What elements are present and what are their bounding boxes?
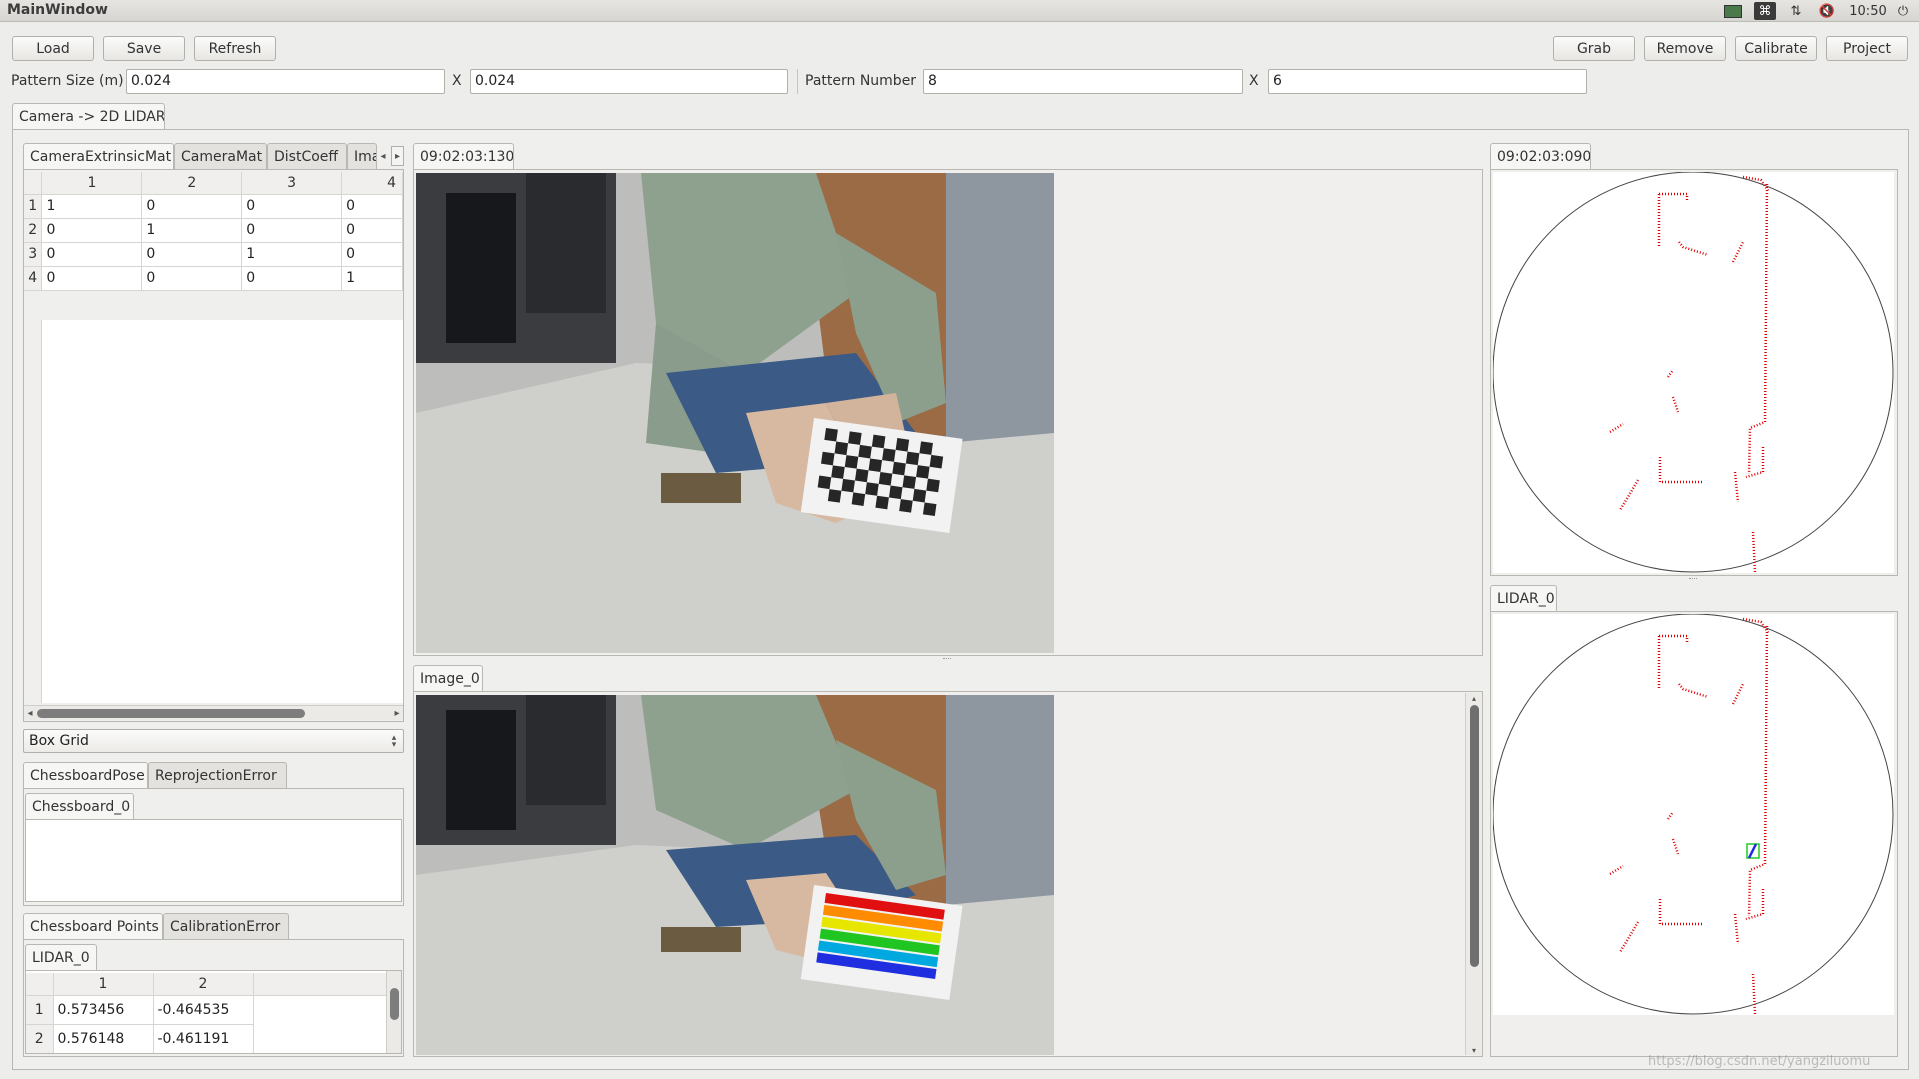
remove-button[interactable]: Remove	[1644, 36, 1726, 61]
pattern-size-y-input[interactable]: 0.024	[470, 69, 788, 94]
power-icon[interactable]: ⏻	[1893, 2, 1913, 20]
tab-camera-live[interactable]: 09:02:03:130	[413, 143, 514, 169]
lidar-capture-view[interactable]	[1493, 614, 1894, 1015]
table-row[interactable]: 20100	[24, 218, 403, 243]
tab-chessboard-pose[interactable]: ChessboardPose	[23, 762, 148, 788]
mute-icon[interactable]: 🔇	[1815, 2, 1839, 20]
col-header[interactable]: 2	[141, 172, 243, 195]
pose-view	[25, 819, 402, 902]
save-button[interactable]: Save	[103, 36, 185, 61]
scroll-left-icon[interactable]: ◂	[25, 706, 35, 720]
load-button[interactable]: Load	[12, 36, 94, 61]
table-row[interactable]: 1 0.573456 -0.464535	[26, 995, 386, 1025]
col-header[interactable]: 3	[241, 172, 343, 195]
camera-live-image[interactable]	[416, 173, 1054, 653]
command-icon[interactable]: ⌘	[1754, 2, 1776, 20]
watermark: https://blog.csdn.net/yangziluomu	[1648, 1054, 1871, 1069]
row-header-gutter	[24, 320, 42, 703]
select-arrows-icon[interactable]: ▴ ▾	[388, 733, 400, 750]
scrollbar-thumb[interactable]	[390, 988, 399, 1020]
tab-chessboard-0[interactable]: Chessboard_0	[25, 793, 134, 819]
col-header[interactable]: 4	[341, 172, 403, 195]
tab-reprojection-error[interactable]: ReprojectionError	[148, 762, 287, 788]
divider	[797, 69, 798, 94]
monitor-icon[interactable]	[1722, 2, 1744, 20]
tab-camera-extrinsic-mat[interactable]: CameraExtrinsicMat	[23, 143, 174, 169]
matrix-panel: 1234 11000 20100 30010 40001 ◂ ▸	[23, 169, 404, 722]
tab-image[interactable]: Ima	[347, 143, 377, 169]
points-vscrollbar[interactable]	[386, 971, 401, 1053]
splitter-handle[interactable]	[943, 658, 951, 661]
matrix-hscrollbar[interactable]: ◂ ▸	[24, 705, 403, 720]
points-table[interactable]: 12 1 0.573456 -0.464535 2 0.576148 -0.461191	[26, 973, 386, 1053]
pattern-size-label: Pattern Size (m)	[11, 73, 124, 89]
pattern-number-x-input[interactable]: 8	[923, 69, 1243, 94]
x-label-2: X	[1249, 73, 1259, 89]
table-row[interactable]: 11000	[24, 194, 403, 219]
scroll-up-icon[interactable]: ▴	[1468, 693, 1480, 703]
refresh-button[interactable]: Refresh	[194, 36, 276, 61]
col-header[interactable]: 1	[41, 172, 143, 195]
matrix-table[interactable]: 1234 11000 20100 30010 40001	[24, 172, 403, 291]
scrollbar-thumb[interactable]	[37, 709, 305, 718]
tab-camera-lidar[interactable]: Camera -> 2D LIDAR	[12, 103, 165, 129]
camera-capture-image[interactable]	[416, 695, 1054, 1055]
table-row[interactable]: 40001	[24, 266, 403, 291]
capture-vscrollbar[interactable]: ▴ ▾	[1465, 693, 1481, 1055]
pattern-size-x-input[interactable]: 0.024	[126, 69, 445, 94]
x-label: X	[452, 73, 462, 89]
tab-lidar-0[interactable]: LIDAR_0	[1490, 585, 1557, 611]
col-header[interactable]: 2	[153, 973, 254, 996]
calibrate-button[interactable]: Calibrate	[1735, 36, 1817, 61]
window-title: MainWindow	[7, 2, 108, 18]
network-icon[interactable]: ⇅	[1784, 2, 1808, 20]
clock[interactable]: 10:50	[1848, 2, 1888, 20]
tab-camera-mat[interactable]: CameraMat	[174, 143, 267, 169]
splitter-handle[interactable]	[1689, 578, 1697, 581]
tab-dist-coeff[interactable]: DistCoeff	[267, 143, 347, 169]
tab-lidar-0-points[interactable]: LIDAR_0	[25, 944, 97, 970]
pattern-number-label: Pattern Number	[805, 73, 917, 89]
scrollbar-thumb[interactable]	[1470, 705, 1479, 967]
scroll-down-icon[interactable]: ▾	[1468, 1045, 1480, 1055]
table-row[interactable]: 2 0.576148 -0.461191	[26, 1024, 386, 1053]
scroll-right-icon[interactable]: ▸	[392, 706, 402, 720]
view-mode-select[interactable]: Box Grid	[23, 729, 404, 753]
pattern-number-y-input[interactable]: 6	[1268, 69, 1587, 94]
tab-scroll-left-icon[interactable]: ◂	[377, 146, 389, 166]
tab-scroll-right-icon[interactable]: ▸	[391, 146, 404, 166]
tab-lidar-live[interactable]: 09:02:03:090	[1490, 143, 1591, 169]
table-row[interactable]: 30010	[24, 242, 403, 267]
col-header[interactable]: 1	[53, 973, 154, 996]
project-button[interactable]: Project	[1826, 36, 1908, 61]
grab-button[interactable]: Grab	[1553, 36, 1635, 61]
lidar-live-view[interactable]	[1493, 172, 1894, 573]
points-view: 12 1 0.573456 -0.464535 2 0.576148 -0.461191	[25, 970, 402, 1054]
tab-image-0[interactable]: Image_0	[413, 665, 483, 691]
title-bar	[0, 0, 1919, 22]
matrix-empty-area	[42, 320, 403, 703]
tab-chessboard-points[interactable]: Chessboard Points	[23, 913, 163, 939]
tab-calibration-error[interactable]: CalibrationError	[163, 913, 289, 939]
